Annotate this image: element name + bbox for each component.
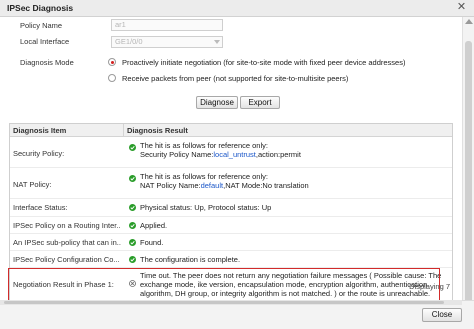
error-highlight-box	[8, 268, 440, 300]
row-result: Applied.	[140, 221, 168, 230]
check-circle-icon	[129, 239, 136, 246]
table-row: IPSec Policy Configuration Co... The con…	[10, 251, 452, 268]
result-line: The hit is as follows for reference only…	[140, 172, 268, 181]
check-circle-icon	[129, 144, 136, 151]
row-result: Physical status: Up, Protocol status: Up	[140, 203, 272, 212]
result-line-suffix: ,action:permit	[255, 150, 301, 159]
row-item: An IPSec sub-policy that can in...	[13, 238, 121, 247]
mode-radio-receive[interactable]	[108, 74, 116, 82]
mode-option-receive-label[interactable]: Receive packets from peer (not supported…	[122, 74, 348, 83]
check-circle-icon	[129, 204, 136, 211]
diagnose-button[interactable]: Diagnose	[196, 96, 238, 109]
header-diagnosis-result: Diagnosis Result	[127, 126, 188, 135]
local-interface-select[interactable]: GE1/0/0	[111, 36, 223, 48]
check-circle-icon	[129, 175, 136, 182]
vertical-scrollbar[interactable]	[462, 17, 474, 303]
chevron-down-icon	[214, 40, 220, 44]
policy-name-label: Policy Name	[20, 21, 63, 30]
nat-policy-link[interactable]: default	[201, 181, 224, 190]
dialog-content: Policy Name ar1 Local Interface GE1/0/0 …	[0, 17, 462, 300]
local-interface-value: GE1/0/0	[115, 37, 143, 46]
header-diagnosis-item: Diagnosis Item	[13, 126, 67, 135]
scrollbar-thumb[interactable]	[465, 41, 472, 303]
row-item: NAT Policy:	[13, 180, 52, 189]
table-row: IPSec Policy on a Routing Inter... Appli…	[10, 217, 452, 234]
table-row: Security Policy: The hit is as follows f…	[10, 137, 452, 168]
close-button[interactable]: Close	[422, 308, 462, 322]
row-result: The hit is as follows for reference only…	[140, 172, 309, 190]
diagnosis-mode-label: Diagnosis Mode	[20, 58, 74, 67]
check-circle-icon	[129, 256, 136, 263]
table-row: NAT Policy: The hit is as follows for re…	[10, 168, 452, 199]
scrollbar-thumb[interactable]	[4, 301, 444, 304]
row-result: The hit is as follows for reference only…	[140, 141, 301, 159]
check-circle-icon	[129, 222, 136, 229]
policy-name-value: ar1	[115, 20, 126, 29]
table-row: Interface Status: Physical status: Up, P…	[10, 199, 452, 217]
result-line-prefix: NAT Policy Name:	[140, 181, 201, 190]
row-result: The configuration is complete.	[140, 255, 241, 264]
header-divider	[123, 124, 124, 136]
mode-radio-initiate[interactable]	[108, 58, 116, 66]
row-item: Security Policy:	[13, 149, 65, 158]
security-policy-link[interactable]: local_untrust	[213, 150, 256, 159]
row-item: IPSec Policy Configuration Co...	[13, 255, 120, 264]
result-line: The hit is as follows for reference only…	[140, 141, 268, 150]
mode-option-initiate-label[interactable]: Proactively initiate negotiation (for si…	[122, 58, 405, 67]
table-header: Diagnosis Item Diagnosis Result	[10, 124, 452, 137]
title-bar: IPSec Diagnosis ✕	[0, 0, 474, 17]
policy-name-field: ar1	[111, 19, 223, 31]
local-interface-label: Local Interface	[20, 37, 70, 46]
horizontal-scrollbar[interactable]	[0, 300, 462, 305]
close-icon[interactable]: ✕	[455, 1, 468, 14]
row-result: Found.	[140, 238, 164, 247]
display-count: Displaying 7	[409, 282, 450, 291]
scroll-up-icon[interactable]	[465, 19, 473, 24]
result-line-prefix: Security Policy Name:	[140, 150, 214, 159]
table-row: An IPSec sub-policy that can in... Found…	[10, 234, 452, 251]
result-line-suffix: ,NAT Mode:No translation	[223, 181, 309, 190]
export-button[interactable]: Export	[240, 96, 280, 109]
row-item: Interface Status:	[13, 203, 68, 212]
row-item: IPSec Policy on a Routing Inter...	[13, 221, 121, 230]
window-title: IPSec Diagnosis	[7, 3, 74, 13]
